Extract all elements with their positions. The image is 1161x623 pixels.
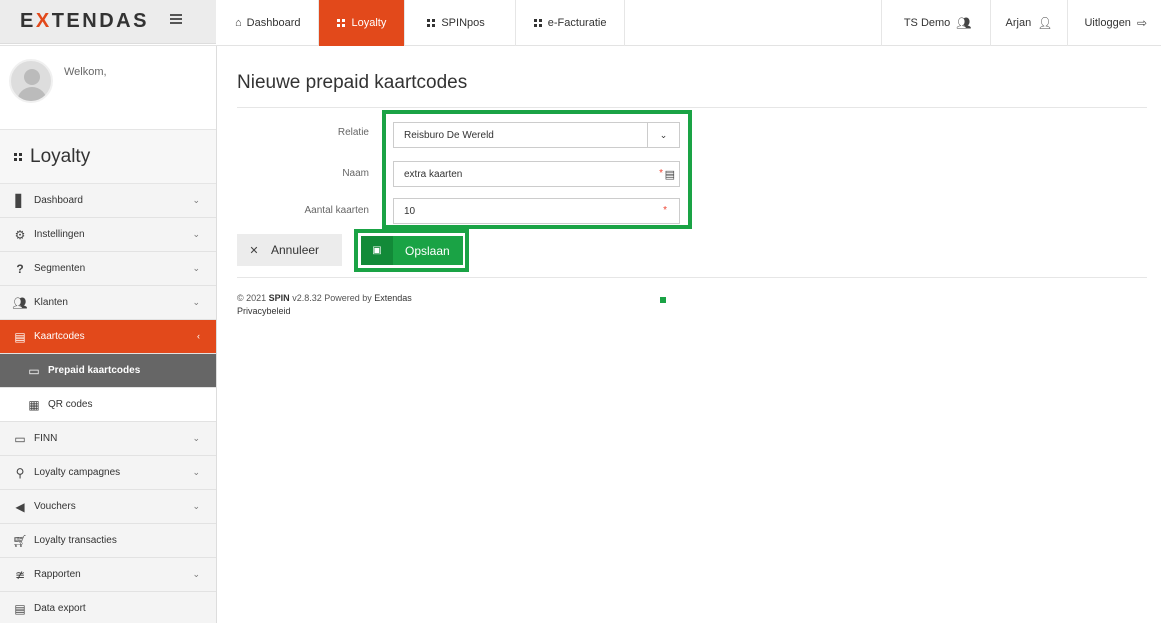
sidebar-item-rapporten[interactable]: ≇ Rapporten ⌄ — [0, 558, 216, 592]
grid-icon — [533, 19, 542, 27]
naam-label: Naam — [342, 168, 369, 179]
relatie-label: Relatie — [337, 127, 369, 138]
chevron-down-icon: ⌄ — [192, 569, 200, 579]
chevron-down-icon: ⌄ — [192, 501, 200, 511]
welcome-text: Welkom, — [64, 66, 107, 78]
sidebar-item-loyalty-transacties[interactable]: 🛒︎ Loyalty transacties — [0, 524, 216, 558]
sidebar-item-finn[interactable]: ▭ FINN ⌄ — [0, 422, 216, 456]
chevron-down-icon: ⌄ — [192, 263, 200, 273]
chevron-down-icon: ⌄ — [192, 467, 200, 477]
users-icon: 👥︎ — [12, 295, 28, 310]
highlight-frame-save — [354, 229, 469, 272]
megaphone-icon: ◀ — [15, 499, 25, 514]
user-nav: TS Demo 👥︎ Arjan 👤︎ Uitloggen ⇨ — [880, 0, 1161, 46]
nav-logout[interactable]: Uitloggen ⇨ — [1067, 0, 1161, 46]
profile-panel: Welkom, — [0, 46, 216, 130]
chevron-down-icon: ⌄ — [192, 195, 200, 205]
sidebar-item-dashboard[interactable]: ▋ Dashboard ⌄ — [0, 184, 216, 218]
nav-spinpos[interactable]: SPINpos — [405, 0, 516, 46]
sidebar-item-klanten[interactable]: 👥︎ Klanten ⌄ — [0, 286, 216, 320]
sidebar-subitem-prepaid-kaartcodes[interactable]: ▭ Prepaid kaartcodes — [0, 354, 216, 388]
grid-icon — [14, 152, 22, 161]
hamburger-menu-icon[interactable] — [170, 14, 182, 26]
chevron-down-icon: ⌄ — [192, 229, 200, 239]
aantal-kaarten-label: Aantal kaarten — [304, 205, 370, 216]
logout-icon: ⇨ — [1136, 16, 1147, 30]
extendas-logo[interactable]: EXTENDAS — [20, 10, 149, 33]
qr-code-icon: ▦ — [28, 397, 40, 412]
avatar — [9, 59, 53, 103]
grid-icon — [427, 19, 436, 27]
nav-e-facturatie[interactable]: e-Facturatie — [516, 0, 626, 46]
users-icon: 👥︎ — [956, 16, 972, 30]
chevron-left-icon: ‹ — [197, 331, 200, 341]
divider — [237, 277, 1147, 278]
nav-dashboard[interactable]: ⌂ Dashboard — [217, 0, 320, 46]
cart-icon: 🛒︎ — [12, 533, 28, 548]
id-card-icon: ▤ — [14, 329, 26, 344]
sidebar-item-instellingen[interactable]: ⚙ Instellingen ⌄ — [0, 218, 216, 252]
sidebar-item-loyalty-campagnes[interactable]: ⚲ Loyalty campagnes ⌄ — [0, 456, 216, 490]
line-chart-icon: ≇ — [14, 567, 26, 582]
gear-icon: ⚙ — [14, 227, 26, 242]
sidebar-item-vouchers[interactable]: ◀ Vouchers ⌄ — [0, 490, 216, 524]
footer: © 2021 SPIN v2.8.32 Powered by Extendas … — [237, 293, 412, 318]
chevron-down-icon: ⌄ — [192, 297, 200, 307]
trophy-icon: ⚲ — [15, 465, 25, 480]
sidebar-item-data-export[interactable]: ▤ Data export — [0, 592, 216, 623]
extendas-link[interactable]: Extendas — [374, 293, 412, 303]
module-title: Loyalty — [0, 130, 216, 184]
top-bar: EXTENDAS ⌂ Dashboard Loyalty SPINpos e-F… — [0, 0, 1161, 46]
sidebar: Welkom, Loyalty ▋ Dashboard ⌄ ⚙ Instelli… — [0, 46, 217, 623]
sidebar-item-segmenten[interactable]: ? Segmenten ⌄ — [0, 252, 216, 286]
home-icon: ⌂ — [235, 17, 242, 29]
nav-user[interactable]: Arjan 👤︎ — [989, 0, 1068, 46]
nav-loyalty[interactable]: Loyalty — [319, 0, 406, 46]
divider — [237, 107, 1147, 108]
status-dot — [660, 297, 666, 303]
brand-area: EXTENDAS — [0, 0, 216, 44]
credit-card-icon: ▭ — [28, 363, 40, 378]
close-icon: ✕ — [249, 244, 259, 257]
grid-icon — [337, 19, 346, 27]
user-icon: 👤︎ — [1037, 16, 1053, 30]
sidebar-subitem-qr-codes[interactable]: ▦ QR codes — [0, 388, 216, 422]
bar-chart-icon: ▋ — [15, 193, 25, 208]
main-nav: ⌂ Dashboard Loyalty SPINpos e-Facturatie — [217, 0, 626, 46]
chevron-down-icon: ⌄ — [192, 433, 200, 443]
credit-card-icon: ▭ — [14, 431, 26, 446]
document-icon: ▤ — [14, 601, 26, 616]
cancel-button[interactable]: ✕ Annuleer — [237, 234, 342, 266]
question-icon: ? — [16, 261, 24, 276]
privacy-link[interactable]: Privacybeleid — [237, 305, 412, 318]
page-title: Nieuwe prepaid kaartcodes — [237, 72, 468, 93]
nav-organisation[interactable]: TS Demo 👥︎ — [880, 0, 990, 46]
highlight-frame-form — [382, 110, 692, 229]
sidebar-item-kaartcodes[interactable]: ▤ Kaartcodes ‹ — [0, 320, 216, 354]
